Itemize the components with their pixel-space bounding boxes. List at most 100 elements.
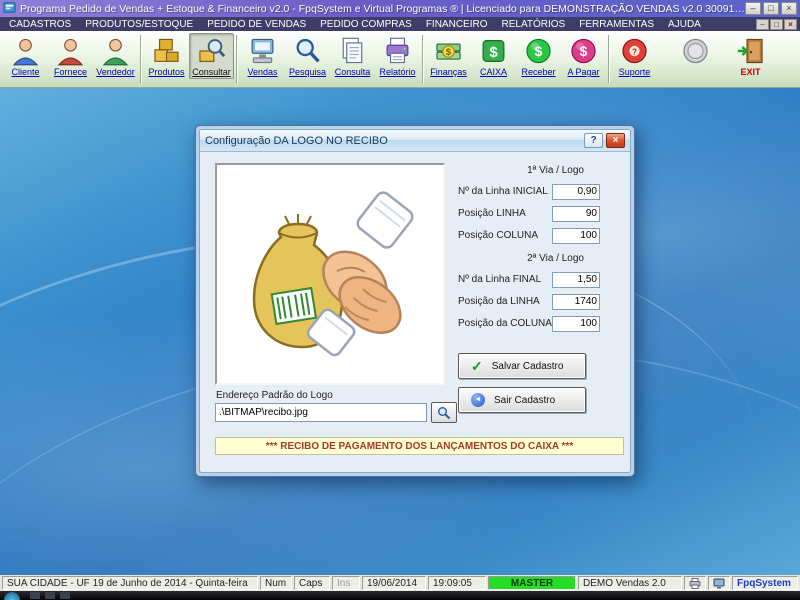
fornecedor-button[interactable]: Fornece — [48, 33, 93, 79]
pesquisa-button[interactable]: Pesquisa — [285, 33, 330, 79]
toolbar-separator — [422, 35, 424, 83]
printer-icon — [689, 578, 701, 589]
logo-path-input[interactable] — [215, 403, 427, 422]
window-title: Programa Pedido de Vendas + Estoque & Fi… — [20, 3, 745, 15]
status-date: 19/06/2014 — [362, 576, 426, 590]
menu-pedido-de-vendas[interactable]: PEDIDO DE VENDAS — [200, 17, 313, 31]
group1-label: 1ª Via / Logo — [458, 165, 600, 177]
taskbar-icon[interactable] — [45, 592, 55, 599]
logo-preview-panel — [215, 163, 445, 385]
cashbox-icon: $ — [479, 36, 508, 66]
start-orb[interactable] — [4, 592, 20, 600]
linha-inicial-input[interactable] — [552, 184, 600, 200]
cliente-button[interactable]: Cliente — [3, 33, 48, 79]
toolbar-separator — [608, 35, 610, 83]
dialog-help-button[interactable]: ? — [584, 133, 603, 148]
relatorio-button[interactable]: Relatório — [375, 33, 420, 79]
minimize-button[interactable]: – — [745, 2, 761, 15]
receber-label: Receber — [521, 67, 555, 77]
dialog-close-button[interactable]: × — [606, 133, 625, 148]
posicao-coluna1-input[interactable] — [552, 228, 600, 244]
svg-text:$: $ — [489, 44, 498, 61]
menu-pedido-compras[interactable]: PEDIDO COMPRAS — [313, 17, 419, 31]
monitor-icon — [713, 578, 725, 589]
taskbar-icon[interactable] — [60, 592, 70, 599]
posicao-coluna2-input[interactable] — [552, 316, 600, 332]
a-pagar-button[interactable]: $ A Pagar — [561, 33, 606, 79]
taskbar-icon[interactable] — [30, 592, 40, 599]
salvar-cadastro-button[interactable]: ✓ Salvar Cadastro — [458, 353, 586, 379]
status-location: SUA CIDADE - UF 19 de Junho de 2014 - Qu… — [2, 576, 258, 590]
cliente-label: Cliente — [11, 67, 39, 77]
svg-text:?: ? — [632, 47, 637, 56]
finance-money-icon: $ — [434, 36, 463, 66]
consultar-button[interactable]: Consultar — [189, 33, 234, 79]
menu-relatorios[interactable]: RELATÓRIOS — [495, 17, 573, 31]
exit-button[interactable]: EXIT — [728, 33, 773, 79]
vendedor-button[interactable]: Vendedor — [93, 33, 138, 79]
consulta-label: Consulta — [335, 67, 371, 77]
exit-label: EXIT — [740, 67, 760, 77]
sair-cadastro-button[interactable]: ◄ Sair Cadastro — [458, 387, 586, 413]
menu-financeiro[interactable]: FINANCEIRO — [419, 17, 495, 31]
field-row: Nº da Linha INICIAL — [458, 183, 600, 200]
mdi-minimize-button[interactable]: – — [756, 19, 769, 30]
check-icon: ✓ — [471, 359, 483, 373]
report-printer-icon — [383, 36, 412, 66]
documents-icon — [338, 36, 367, 66]
back-arrow-icon: ◄ — [471, 393, 485, 407]
fornecedor-label: Fornece — [54, 67, 87, 77]
svg-text:$: $ — [580, 43, 588, 59]
products-boxes-icon — [152, 36, 181, 66]
menu-produtos-estoque[interactable]: PRODUTOS/ESTOQUE — [78, 17, 200, 31]
coin-button[interactable] — [673, 33, 718, 69]
status-time: 19:09:05 — [428, 576, 486, 590]
menu-ajuda[interactable]: AJUDA — [661, 17, 708, 31]
svg-text:$: $ — [446, 47, 451, 57]
dialog-title: Configuração DA LOGO NO RECIBO — [205, 135, 581, 147]
logo-path-label: Endereço Padrão do Logo — [216, 390, 333, 401]
exit-door-icon — [736, 36, 765, 66]
relatorio-label: Relatório — [379, 67, 415, 77]
field-row: Nº da Linha FINAL — [458, 271, 600, 288]
sales-register-icon — [248, 36, 277, 66]
windows-taskbar — [0, 591, 800, 600]
dialog-titlebar[interactable]: Configuração DA LOGO NO RECIBO ? × — [200, 130, 630, 152]
status-app-version: DEMO Vendas 2.0 — [578, 576, 682, 590]
suporte-label: Suporte — [619, 67, 651, 77]
posicao-linha1-label: Posição LINHA — [458, 208, 526, 219]
mdi-close-button[interactable]: × — [784, 19, 797, 30]
close-button[interactable]: × — [781, 2, 797, 15]
supplier-person-icon — [56, 36, 85, 66]
produtos-label: Produtos — [148, 67, 184, 77]
posicao-linha1-input[interactable] — [552, 206, 600, 222]
produtos-button[interactable]: Produtos — [144, 33, 189, 79]
search-magnifier-icon — [293, 36, 322, 66]
handshake-clipart — [227, 175, 433, 373]
linha-final-input[interactable] — [552, 272, 600, 288]
posicao-linha2-input[interactable] — [552, 294, 600, 310]
browse-logo-button[interactable] — [431, 402, 457, 423]
dialog-note: *** RECIBO DE PAGAMENTO DOS LANÇAMENTOS … — [215, 437, 624, 455]
coin-icon — [681, 36, 710, 66]
maximize-button[interactable]: □ — [763, 2, 779, 15]
suporte-button[interactable]: ? Suporte — [612, 33, 657, 79]
posicao-coluna1-label: Posição COLUNA — [458, 230, 538, 241]
financas-label: Finanças — [430, 67, 467, 77]
menu-ferramentas[interactable]: FERRAMENTAS — [572, 17, 661, 31]
status-brand: FpqSystem — [732, 576, 798, 590]
menu-cadastros[interactable]: CADASTROS — [2, 17, 78, 31]
caixa-button[interactable]: $ CAIXA — [471, 33, 516, 79]
vendas-button[interactable]: Vendas — [240, 33, 285, 79]
titlebar[interactable]: Programa Pedido de Vendas + Estoque & Fi… — [0, 0, 800, 17]
consulta-button[interactable]: Consulta — [330, 33, 375, 79]
linha-inicial-label: Nº da Linha INICIAL — [458, 186, 548, 197]
group2-label: 2ª Via / Logo — [458, 253, 600, 265]
mdi-maximize-button[interactable]: □ — [770, 19, 783, 30]
receber-button[interactable]: $ Receber — [516, 33, 561, 79]
status-printer-segment — [684, 576, 706, 590]
financas-button[interactable]: $ Finanças — [426, 33, 471, 79]
caixa-label: CAIXA — [480, 67, 507, 77]
magnifier-icon — [437, 406, 451, 420]
app-icon — [3, 1, 16, 17]
